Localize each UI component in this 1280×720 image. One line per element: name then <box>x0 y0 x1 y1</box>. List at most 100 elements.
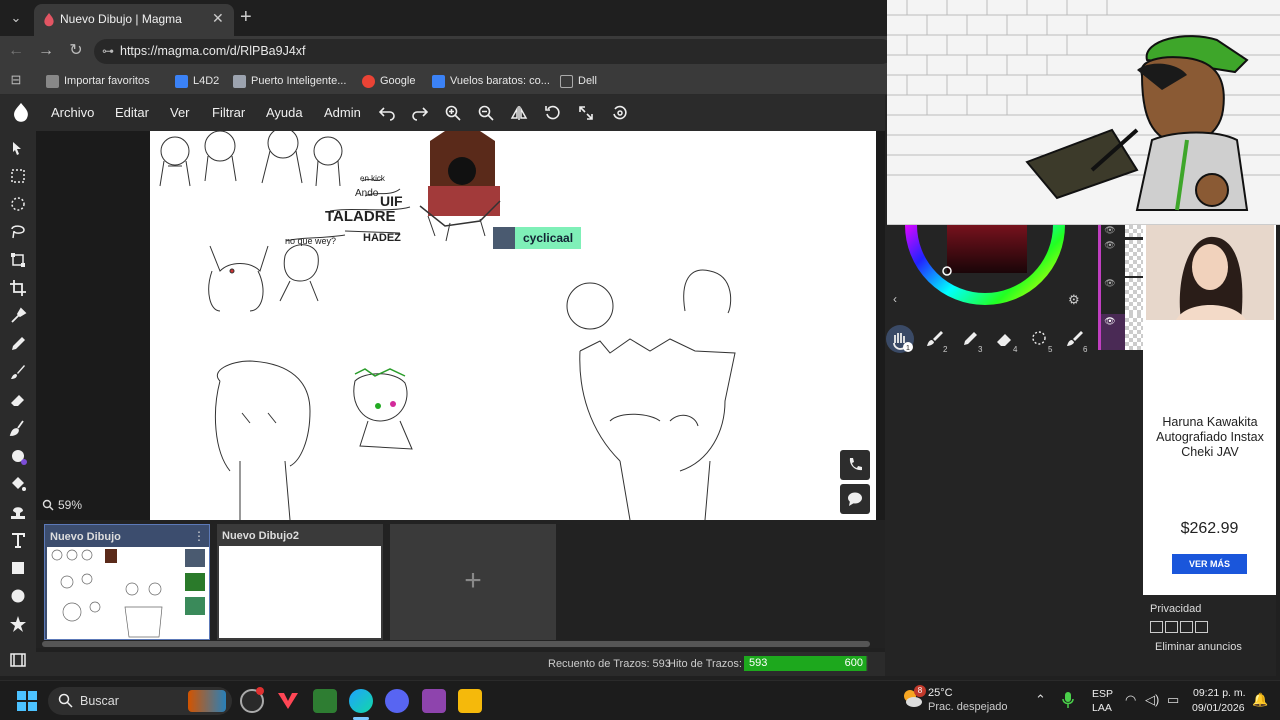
app-onenote-icon[interactable] <box>422 689 446 713</box>
crop-icon[interactable] <box>9 279 27 297</box>
menu-ver[interactable]: Ver <box>170 105 190 120</box>
tab-list-button[interactable]: ⌄ <box>4 6 28 30</box>
ad-cta-button[interactable]: VER MÁS <box>1172 554 1247 574</box>
app-discord-icon[interactable] <box>385 689 409 713</box>
forward-icon[interactable]: → <box>36 41 56 61</box>
menu-ayuda[interactable]: Ayuda <box>266 105 303 120</box>
app-file-explorer-icon[interactable] <box>458 689 482 713</box>
layer-thumbnail[interactable] <box>1125 240 1143 276</box>
layer-thumbnail[interactable] <box>1125 225 1143 237</box>
reload-icon[interactable]: ↻ <box>66 41 86 61</box>
zoom-indicator[interactable]: 59% <box>42 498 82 512</box>
blur-icon[interactable] <box>9 447 27 465</box>
address-bar[interactable]: ⊶ https://magma.com/d/RlPBa9J4xf <box>94 39 894 64</box>
app-edge-icon[interactable] <box>349 689 373 713</box>
text-tool-icon[interactable] <box>9 531 27 549</box>
eyedropper-icon[interactable] <box>9 307 27 325</box>
menu-archivo[interactable]: Archivo <box>51 105 94 120</box>
wifi-icon[interactable]: ◠ <box>1125 692 1136 708</box>
add-drawing-button[interactable]: + <box>390 524 556 640</box>
back-icon[interactable]: ← <box>6 41 26 61</box>
drawings-scrollbar[interactable] <box>42 641 870 647</box>
close-tab-icon[interactable]: ✕ <box>212 10 224 27</box>
transform-icon[interactable] <box>9 251 27 269</box>
new-tab-icon[interactable]: + <box>240 6 252 29</box>
color-settings-icon[interactable]: ⚙ <box>1068 292 1080 308</box>
privacy-option-icon[interactable] <box>1150 621 1163 633</box>
voice-call-button[interactable] <box>840 450 870 480</box>
rectangle-tool-icon[interactable] <box>9 559 27 577</box>
brush-slot-5[interactable]: 5 <box>1026 325 1054 354</box>
weather-temperature[interactable]: 25°C <box>928 687 953 699</box>
layer-visibility-icon[interactable]: 👁 <box>1102 316 1118 352</box>
more-options-icon[interactable]: ⋮ <box>193 529 205 543</box>
rotate-icon[interactable] <box>544 104 562 122</box>
move-tool-icon[interactable] <box>9 139 27 157</box>
windows-start-icon[interactable] <box>17 691 37 711</box>
site-info-icon[interactable]: ⊶ <box>102 44 114 58</box>
drawings-panel-icon[interactable] <box>9 651 27 669</box>
drawing-canvas[interactable]: TALADRE UIF HADEZ no que wey? en kick An… <box>150 131 876 520</box>
eraser-icon[interactable] <box>9 391 27 409</box>
ellipse-tool-icon[interactable] <box>9 587 27 605</box>
weather-description[interactable]: Prac. despejado <box>928 701 1008 713</box>
bookmark-puerto[interactable]: Puerto Inteligente... <box>233 72 346 90</box>
brush-icon[interactable] <box>9 363 27 381</box>
collapse-arrow-icon[interactable]: ‹ <box>893 292 897 306</box>
browser-tab[interactable]: Nuevo Dibujo | Magma ✕ <box>34 4 234 36</box>
zoom-out-icon[interactable] <box>477 104 495 122</box>
ad-image[interactable] <box>1146 225 1274 320</box>
lasso-icon[interactable] <box>9 223 27 241</box>
taskbar-search[interactable]: Buscar <box>48 687 232 715</box>
bookmark-l4d2[interactable]: L4D2 <box>175 72 219 90</box>
drawing-card[interactable]: Nuevo Dibujo2 <box>217 524 383 640</box>
volume-icon[interactable]: ◁) <box>1145 692 1159 708</box>
smudge-icon[interactable] <box>9 419 27 437</box>
brush-slot-3[interactable]: 3 <box>956 325 984 354</box>
rect-select-icon[interactable] <box>9 167 27 185</box>
app-minecraft-icon[interactable] <box>313 689 337 713</box>
privacy-option-icon[interactable] <box>1165 621 1178 633</box>
bookmark-vuelos[interactable]: Vuelos baratos: co... <box>432 72 550 90</box>
fullscreen-icon[interactable] <box>577 104 595 122</box>
ellipse-select-icon[interactable] <box>9 195 27 213</box>
zoom-in-icon[interactable] <box>444 104 462 122</box>
remove-ads-link[interactable]: Eliminar anuncios <box>1155 641 1242 653</box>
microphone-icon[interactable] <box>1062 691 1074 709</box>
layer-thumbnail[interactable] <box>1125 314 1143 350</box>
keyboard-layout[interactable]: LAA <box>1092 702 1112 714</box>
clock-time[interactable]: 09:21 p. m. <box>1193 687 1246 699</box>
stamp-icon[interactable] <box>9 503 27 521</box>
menu-editar[interactable]: Editar <box>115 105 149 120</box>
redo-icon[interactable] <box>411 104 429 122</box>
paint-bucket-icon[interactable] <box>9 475 27 493</box>
flip-icon[interactable] <box>510 104 528 122</box>
layer-visibility-icon[interactable]: 👁 <box>1102 240 1118 276</box>
clock-date[interactable]: 09/01/2026 <box>1192 702 1245 714</box>
layer-visibility-icon[interactable]: 👁 <box>1102 278 1118 314</box>
ad-title[interactable]: Haruna Kawakita Autografiado Instax Chek… <box>1148 415 1272 460</box>
show-hidden-icons[interactable]: ⌃ <box>1035 692 1046 708</box>
chat-button[interactable] <box>840 484 870 514</box>
undo-icon[interactable] <box>378 104 396 122</box>
battery-icon[interactable]: ▭ <box>1167 692 1179 708</box>
privacy-label[interactable]: Privacidad <box>1150 603 1201 615</box>
bookmark-google[interactable]: Google <box>362 72 415 90</box>
pencil-icon[interactable] <box>9 335 27 353</box>
drawing-card-active[interactable]: Nuevo Dibujo ⋮ <box>44 524 210 640</box>
shape-tool-icon[interactable] <box>9 615 27 633</box>
app-valorant-icon[interactable] <box>276 689 300 713</box>
brush-slot-4[interactable]: 4 <box>991 325 1019 354</box>
language-code[interactable]: ESP <box>1092 688 1113 700</box>
layer-thumbnail[interactable] <box>1125 278 1143 314</box>
bookmark-import[interactable]: Importar favoritos <box>46 72 150 90</box>
bookmark-dell[interactable]: Dell <box>560 72 597 90</box>
privacy-option-icon[interactable] <box>1195 621 1208 633</box>
brush-slot-1[interactable]: 1 <box>886 325 914 353</box>
notifications-icon[interactable]: 🔔 <box>1252 692 1268 708</box>
brush-slot-6[interactable]: 6 <box>1061 325 1089 354</box>
collections-icon[interactable]: ⊟ <box>6 70 26 90</box>
brush-slot-2[interactable]: 2 <box>921 325 949 354</box>
privacy-icons[interactable] <box>1150 621 1208 633</box>
settings-icon[interactable] <box>611 104 629 122</box>
